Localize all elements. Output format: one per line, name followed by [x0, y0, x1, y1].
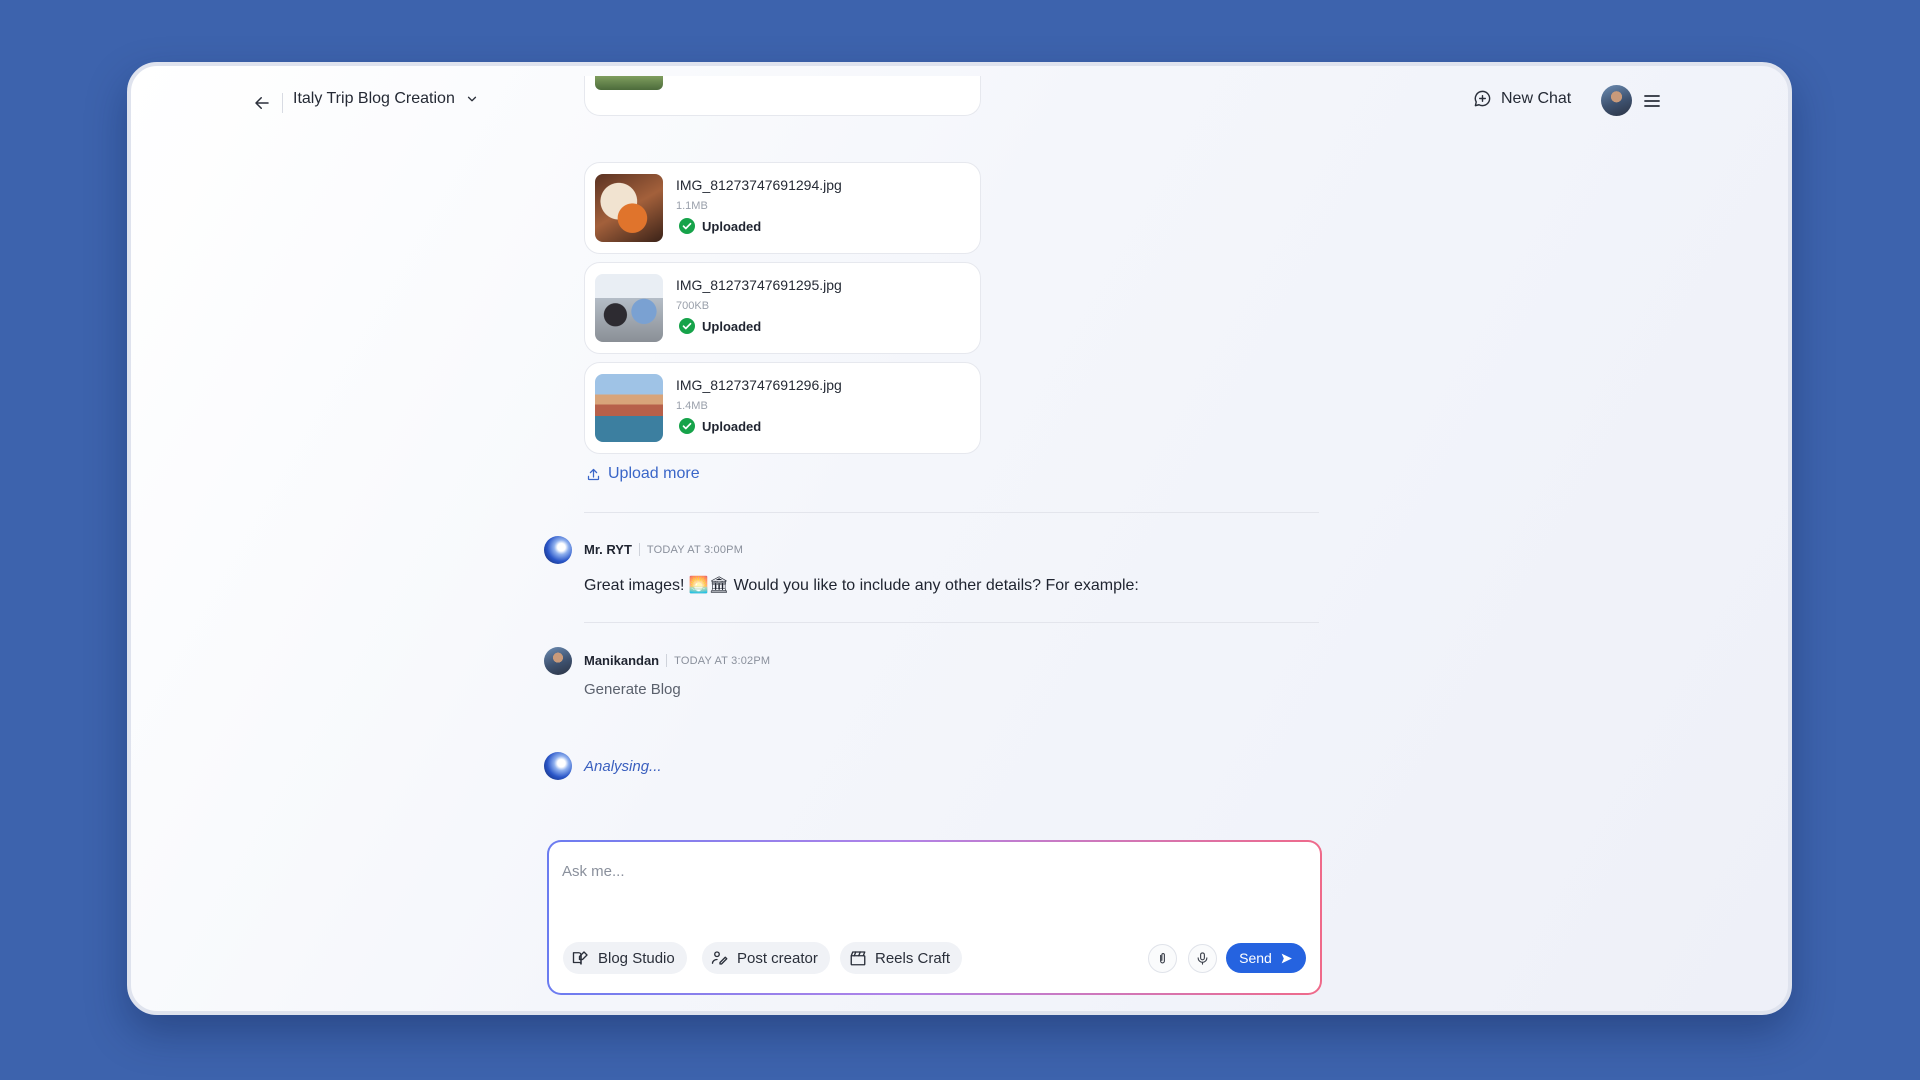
file-name: IMG_81273747691295.jpg — [676, 277, 842, 293]
composer-body: Blog Studio Post creator Reels Craft Sen… — [549, 842, 1320, 993]
file-size: 700KB — [676, 300, 710, 312]
file-thumbnail — [595, 274, 663, 342]
send-button[interactable]: Send — [1226, 943, 1306, 973]
chat-title-dropdown[interactable]: Italy Trip Blog Creation — [293, 90, 479, 108]
ask-input[interactable] — [562, 856, 1302, 886]
check-circle-icon — [679, 318, 695, 334]
book-pen-icon — [572, 951, 588, 965]
message-composer: Blog Studio Post creator Reels Craft Sen… — [547, 840, 1322, 995]
reels-craft-button[interactable]: Reels Craft — [840, 942, 963, 974]
send-label: Send — [1239, 950, 1272, 966]
file-thumbnail — [595, 76, 663, 90]
clapperboard-icon — [850, 951, 866, 966]
user-message-avatar — [544, 647, 572, 675]
file-thumbnail — [595, 374, 663, 442]
meta-separator — [638, 543, 640, 556]
upload-more-label: Upload more — [608, 465, 700, 482]
message-meta: Manikandan TODAY AT 3:02PM — [584, 653, 770, 668]
analysing-status: Analysing... — [584, 758, 662, 775]
blog-studio-label: Blog Studio — [598, 949, 675, 967]
header-divider — [282, 93, 283, 113]
user-avatar[interactable] — [1601, 85, 1632, 116]
arrow-left-icon — [255, 97, 269, 109]
paperclip-icon — [1160, 952, 1165, 964]
attach-button[interactable] — [1148, 944, 1177, 973]
upload-more-link[interactable]: Upload more — [586, 465, 700, 483]
upload-status: Uploaded — [679, 218, 761, 234]
menu-button[interactable] — [1640, 89, 1664, 113]
file-card-partial — [584, 76, 981, 116]
file-thumbnail — [595, 174, 663, 242]
upload-status-label: Uploaded — [702, 418, 762, 434]
chat-title: Italy Trip Blog Creation — [293, 90, 455, 107]
message-meta: Mr. RYT TODAY AT 3:00PM — [584, 542, 743, 557]
file-card: IMG_81273747691296.jpg 1.4MB Uploaded — [584, 362, 981, 454]
microphone-icon — [1197, 952, 1208, 965]
check-circle-icon — [679, 218, 695, 234]
post-creator-label: Post creator — [737, 949, 818, 967]
message-divider — [584, 622, 1319, 623]
new-chat-button[interactable]: New Chat — [1473, 89, 1571, 108]
file-card: IMG_81273747691294.jpg 1.1MB Uploaded — [584, 162, 981, 254]
voice-input-button[interactable] — [1188, 944, 1217, 973]
message-divider — [584, 512, 1319, 513]
send-arrow-icon — [1281, 953, 1292, 963]
file-name: IMG_81273747691294.jpg — [676, 177, 842, 193]
blog-studio-button[interactable]: Blog Studio — [563, 942, 687, 974]
message-timestamp: TODAY AT 3:02PM — [674, 654, 771, 667]
upload-status: Uploaded — [679, 318, 761, 334]
reels-craft-label: Reels Craft — [875, 949, 951, 967]
upload-status: Uploaded — [679, 418, 761, 434]
message-timestamp: TODAY AT 3:00PM — [646, 543, 744, 556]
assistant-avatar — [544, 536, 572, 564]
app-window: Italy Trip Blog Creation New Chat IMG_81… — [127, 62, 1792, 1015]
message-text: Generate Blog — [584, 681, 681, 698]
message-text: Great images! 🌅🏛 Would you like to inclu… — [584, 577, 1139, 594]
check-circle-icon — [679, 418, 695, 434]
upload-status-label: Uploaded — [702, 318, 762, 334]
post-edit-icon — [711, 951, 728, 965]
file-name: IMG_81273747691296.jpg — [676, 377, 842, 393]
post-creator-button[interactable]: Post creator — [702, 942, 830, 974]
hamburger-menu-icon — [1644, 95, 1660, 107]
message-author: Mr. RYT — [584, 542, 632, 557]
chat-plus-icon — [1474, 90, 1491, 107]
message-author: Manikandan — [584, 653, 660, 668]
upload-icon — [587, 468, 600, 480]
new-chat-label: New Chat — [1501, 89, 1572, 107]
file-card: IMG_81273747691295.jpg 700KB Uploaded — [584, 262, 981, 354]
file-size: 1.1MB — [676, 200, 708, 212]
chevron-down-icon — [467, 96, 477, 102]
file-size: 1.4MB — [676, 400, 708, 412]
back-button[interactable] — [247, 88, 277, 118]
upload-status-label: Uploaded — [702, 218, 762, 234]
meta-separator — [666, 654, 668, 667]
assistant-avatar — [544, 752, 572, 780]
